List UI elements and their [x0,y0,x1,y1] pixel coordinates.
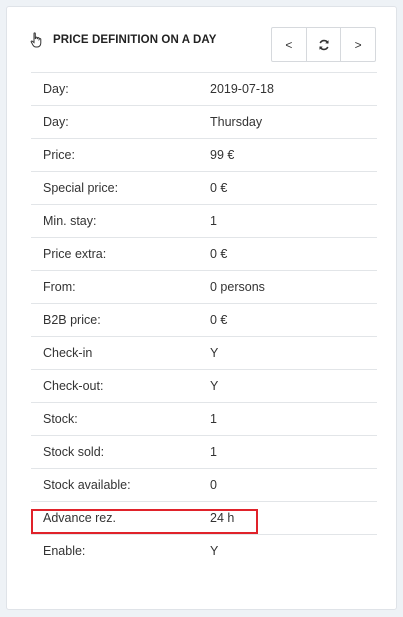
row-label: Advance rez. [43,511,116,525]
refresh-button[interactable] [305,28,341,61]
table-row: Day: 2019-07-18 [31,73,377,106]
table-row: Special price: 0 € [31,172,377,205]
row-label: Check-in [43,346,93,360]
row-label: Special price: [43,181,119,195]
panel-header: PRICE DEFINITION ON A DAY [29,32,217,48]
table-row: Stock available: 0 [31,469,377,502]
row-label: B2B price: [43,313,101,327]
refresh-icon [318,39,330,51]
table-row: Price: 99 € [31,139,377,172]
row-value: Thursday [210,115,263,129]
price-definition-panel: PRICE DEFINITION ON A DAY < > Day: 2019-… [6,6,397,610]
table-row: Min. stay: 1 [31,205,377,238]
row-value: 1 [210,412,217,426]
price-details-table: Day: 2019-07-18 Day: Thursday Price: 99 … [31,72,377,567]
table-row: From: 0 persons [31,271,377,304]
table-row: Enable: Y [31,535,377,567]
row-value: 2019-07-18 [210,82,274,96]
navigation-button-group: < > [271,27,376,62]
row-label: Check-out: [43,379,104,393]
row-value: 24 h [210,511,235,525]
row-value: 0 € [210,247,228,261]
table-row: Check-in Y [31,337,377,370]
table-row: Check-out: Y [31,370,377,403]
table-row: Advance rez. 24 h [31,502,377,535]
row-value: Y [210,544,219,558]
row-label: Price: [43,148,75,162]
row-value: 0 [210,478,217,492]
row-value: 1 [210,214,217,228]
row-value: 0 persons [210,280,265,294]
row-value: 1 [210,445,217,459]
row-label: Stock available: [43,478,131,492]
row-label: Min. stay: [43,214,97,228]
row-value: 0 € [210,181,228,195]
table-row: B2B price: 0 € [31,304,377,337]
row-value: 0 € [210,313,228,327]
row-label: From: [43,280,76,294]
row-value: Y [210,379,219,393]
prev-day-button[interactable]: < [272,28,306,61]
hand-pointer-icon [29,32,45,48]
row-label: Price extra: [43,247,107,261]
table-row: Day: Thursday [31,106,377,139]
row-value: Y [210,346,219,360]
row-label: Day: [43,115,69,129]
panel-title: PRICE DEFINITION ON A DAY [53,34,217,46]
table-row: Stock sold: 1 [31,436,377,469]
table-row: Stock: 1 [31,403,377,436]
row-label: Stock sold: [43,445,105,459]
row-value: 99 € [210,148,235,162]
row-label: Stock: [43,412,78,426]
row-label: Enable: [43,544,86,558]
next-day-button[interactable]: > [340,28,375,61]
table-row: Price extra: 0 € [31,238,377,271]
row-label: Day: [43,82,69,96]
